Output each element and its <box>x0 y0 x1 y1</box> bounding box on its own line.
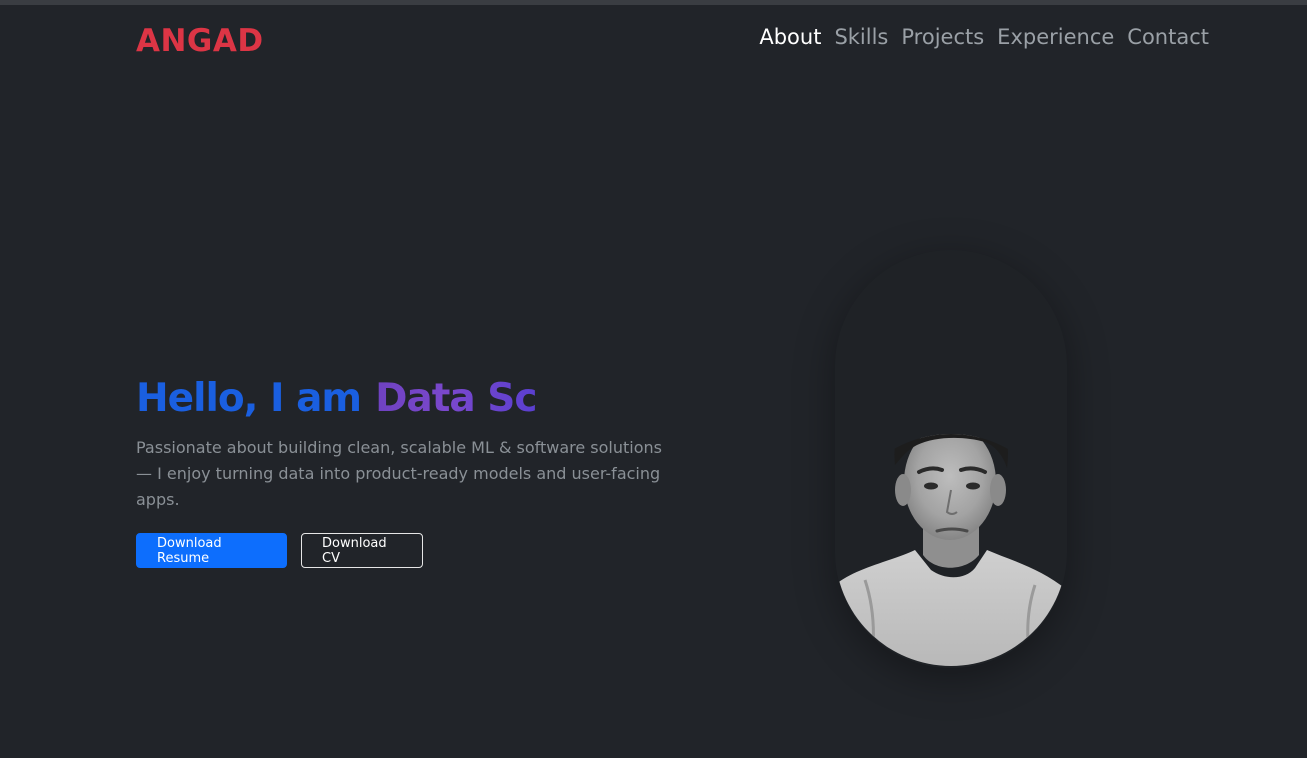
profile-photo <box>835 434 1067 666</box>
hero-title: Hello, I am Data Sc <box>136 372 696 426</box>
nav-link-contact[interactable]: Contact <box>1127 25 1209 49</box>
nav-link-projects[interactable]: Projects <box>901 25 984 49</box>
hero-role-typing: Data Sc <box>375 376 537 421</box>
navbar: ANGAD About Skills Projects Experience C… <box>0 5 1307 77</box>
hero-greeting: Hello, I am <box>136 376 362 421</box>
nav-link-about[interactable]: About <box>759 25 821 49</box>
portrait-frame <box>835 250 1067 668</box>
download-cv-button[interactable]: Download CV <box>301 533 423 568</box>
brand-logo[interactable]: ANGAD <box>136 23 264 59</box>
nav-link-skills[interactable]: Skills <box>834 25 888 49</box>
hero-description: Passionate about building clean, scalabl… <box>136 438 662 509</box>
download-resume-button[interactable]: Download Resume <box>136 533 287 568</box>
nav-link-experience[interactable]: Experience <box>997 25 1114 49</box>
nav-links: About Skills Projects Experience Contact <box>759 25 1209 49</box>
hero-buttons: Download Resume Download CV <box>136 533 696 568</box>
hero-section: Hello, I am Data Sc Passionate about buil… <box>136 372 696 568</box>
